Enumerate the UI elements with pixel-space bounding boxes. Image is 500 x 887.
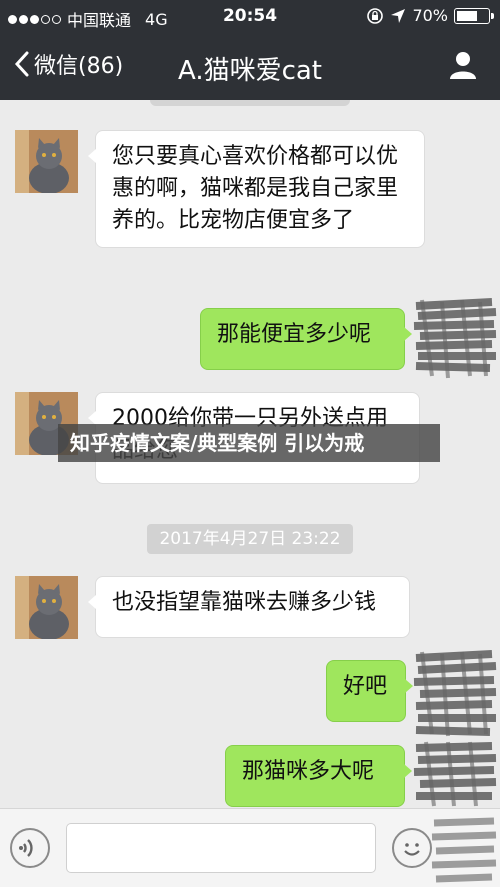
status-bar: 中国联通 4G 20:54 70% — [0, 0, 500, 34]
message-bubble-outgoing[interactable]: 那猫咪多大呢 — [225, 745, 412, 807]
message-text: 也没指望靠猫咪去赚多少钱 — [112, 590, 377, 615]
battery-icon — [454, 7, 494, 24]
message-text: 您只要真心喜欢价格都可以优惠的啊，猫咪都是我自己家里养的。比宠物店便宜多了 — [112, 144, 399, 233]
emoji-icon — [404, 843, 420, 856]
status-right: 70% — [366, 6, 494, 25]
nav-bar: 微信(86) A.猫咪爱cat — [0, 34, 500, 100]
message-bubble-incoming[interactable]: 也没指望靠猫咪去赚多少钱 — [88, 576, 410, 638]
battery-percent: 70% — [412, 6, 448, 25]
message-bubble-outgoing[interactable]: 那能便宜多少呢 — [200, 308, 412, 370]
profile-button[interactable] — [448, 50, 478, 84]
watermark-banner: 知乎疫情文案/典型案例 引以为戒 — [58, 424, 440, 462]
chat-title: A.猫咪爱cat — [177, 56, 323, 86]
voice-button[interactable] — [10, 828, 50, 868]
message-text: 那能便宜多少呢 — [217, 322, 372, 347]
location-arrow-icon — [391, 8, 406, 23]
message-bubble-incoming[interactable]: 您只要真心喜欢价格都可以优惠的啊，猫咪都是我自己家里养的。比宠物店便宜多了 — [88, 130, 425, 248]
message-bubble-outgoing[interactable]: 好吧 — [326, 660, 413, 722]
rotation-lock-icon — [367, 7, 384, 24]
avatar[interactable] — [15, 130, 78, 193]
message-text: 那猫咪多大呢 — [242, 759, 375, 784]
scrolled-timestamp-pill — [150, 100, 350, 106]
input-bar — [0, 808, 500, 887]
avatar[interactable] — [15, 576, 78, 639]
message-text: 好吧 — [343, 674, 388, 699]
cat-avatar-icon — [15, 576, 78, 639]
profile-icon — [450, 52, 476, 79]
redacted-avatar-scribble — [413, 298, 497, 379]
redacted-scribble — [431, 817, 497, 883]
redacted-avatar-scribble — [413, 650, 497, 737]
emoji-button[interactable] — [392, 828, 432, 868]
timestamp-pill: 2017年4月27日 23:22 — [147, 524, 353, 554]
redacted-avatar-scribble — [413, 741, 497, 807]
cat-avatar-icon — [15, 130, 78, 193]
voice-icon — [19, 839, 33, 857]
message-input[interactable] — [66, 823, 376, 873]
